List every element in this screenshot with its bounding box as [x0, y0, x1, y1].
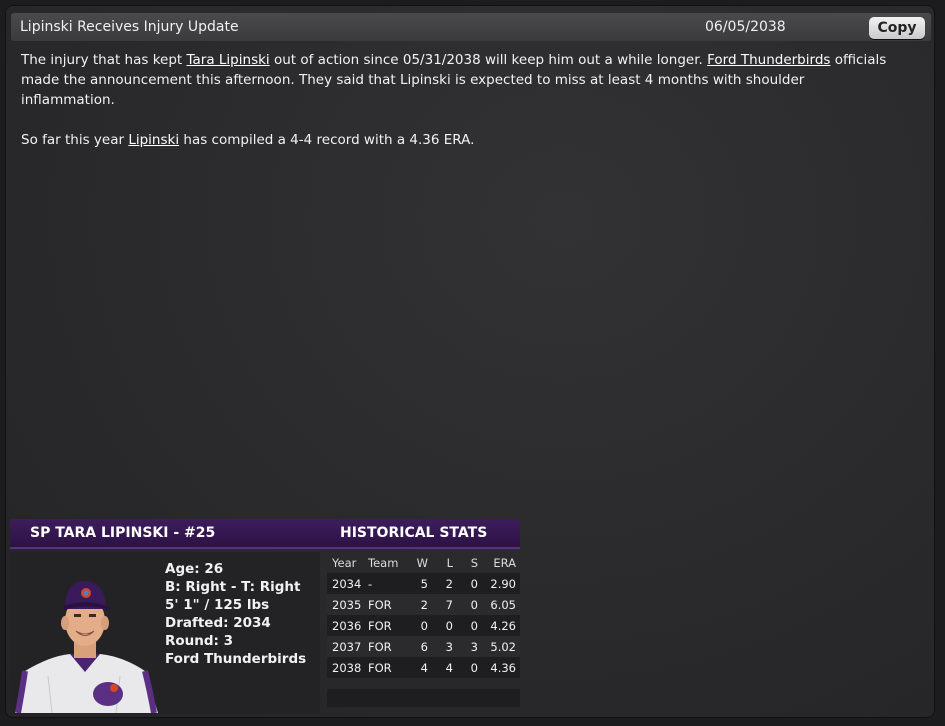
title-bar: Lipinski Receives Injury Update 06/05/20…: [11, 13, 931, 41]
cell-team: FOR: [367, 636, 409, 657]
col-era: ERA: [493, 555, 516, 570]
player-name-header[interactable]: SP TARA LIPINSKI - #25: [30, 525, 215, 541]
cell-era: 2.90: [484, 573, 520, 594]
player-card-header: SP TARA LIPINSKI - #25 HISTORICAL STATS: [10, 519, 520, 549]
player-info-panel: Age: 26 B: Right - T: Right 5' 1" / 125 …: [10, 552, 320, 714]
cell-s: 0: [459, 594, 484, 615]
cell-year: 2035: [327, 594, 367, 615]
cell-l: 7: [434, 594, 459, 615]
player-card: SP TARA LIPINSKI - #25 HISTORICAL STATS: [10, 519, 520, 719]
table-row: 2037 FOR 6 3 3 5.02: [327, 636, 520, 657]
cell-era: 5.02: [484, 636, 520, 657]
cell-team: FOR: [367, 657, 409, 678]
cell-w: 0: [409, 615, 434, 636]
text: out of action since 05/31/2038 will keep…: [269, 52, 708, 68]
cell-year: 2034: [327, 573, 367, 594]
historical-stats-table: Year Team W L S ERA 2034 - 5 2 0 2.90 20…: [327, 552, 520, 714]
stats-footer-bar: [327, 689, 520, 707]
col-team: Team: [368, 555, 399, 570]
cell-w: 2: [409, 594, 434, 615]
player-link-2[interactable]: Lipinski: [128, 132, 179, 148]
cell-l: 0: [434, 615, 459, 636]
player-team: Ford Thunderbirds: [165, 651, 307, 667]
cell-l: 4: [434, 657, 459, 678]
paragraph-1: The injury that has kept Tara Lipinski o…: [21, 50, 901, 110]
article-date: 06/05/2038: [705, 19, 786, 35]
text: So far this year: [21, 132, 129, 148]
cell-era: 6.05: [484, 594, 520, 615]
player-bio: Age: 26 B: Right - T: Right 5' 1" / 125 …: [165, 560, 306, 668]
player-avatar: [15, 581, 158, 713]
player-drafted: Drafted: 2034: [165, 615, 271, 631]
cell-era: 4.36: [484, 657, 520, 678]
table-row: 2038 FOR 4 4 0 4.36: [327, 657, 520, 678]
table-row: 2036 FOR 0 0 0 4.26: [327, 615, 520, 636]
col-s: S: [470, 555, 478, 570]
cell-year: 2036: [327, 615, 367, 636]
news-window: Lipinski Receives Injury Update 06/05/20…: [5, 5, 935, 718]
team-link[interactable]: Ford Thunderbirds: [707, 52, 830, 68]
cell-era: 4.26: [484, 615, 520, 636]
cell-year: 2037: [327, 636, 367, 657]
historical-stats-title: HISTORICAL STATS: [340, 525, 488, 541]
text: The injury that has kept: [21, 52, 187, 68]
article-body: The injury that has kept Tara Lipinski o…: [21, 50, 901, 170]
cell-l: 2: [434, 573, 459, 594]
cell-team: -: [367, 573, 409, 594]
table-row: 2035 FOR 2 7 0 6.05: [327, 594, 520, 615]
paragraph-2: So far this year Lipinski has compiled a…: [21, 130, 901, 150]
player-bats-throws: B: Right - T: Right: [165, 579, 301, 595]
cell-w: 4: [409, 657, 434, 678]
cell-l: 3: [434, 636, 459, 657]
cell-s: 0: [459, 657, 484, 678]
stats-header-row: Year Team W L S ERA: [327, 552, 520, 573]
player-round: Round: 3: [165, 633, 234, 649]
cell-team: FOR: [367, 615, 409, 636]
cell-w: 6: [409, 636, 434, 657]
col-l: L: [446, 555, 453, 570]
cell-s: 3: [459, 636, 484, 657]
text: has compiled a 4-4 record with a 4.36 ER…: [179, 132, 475, 148]
cell-w: 5: [409, 573, 434, 594]
cell-s: 0: [459, 573, 484, 594]
col-w: W: [416, 555, 428, 570]
table-row: 2034 - 5 2 0 2.90: [327, 573, 520, 594]
player-height-weight: 5' 1" / 125 lbs: [165, 597, 270, 613]
cell-s: 0: [459, 615, 484, 636]
copy-button[interactable]: Copy: [869, 17, 925, 39]
cell-year: 2038: [327, 657, 367, 678]
col-year: Year: [332, 555, 357, 570]
cell-team: FOR: [367, 594, 409, 615]
player-link[interactable]: Tara Lipinski: [187, 52, 270, 68]
player-age: Age: 26: [165, 561, 224, 577]
article-title: Lipinski Receives Injury Update: [20, 19, 239, 35]
